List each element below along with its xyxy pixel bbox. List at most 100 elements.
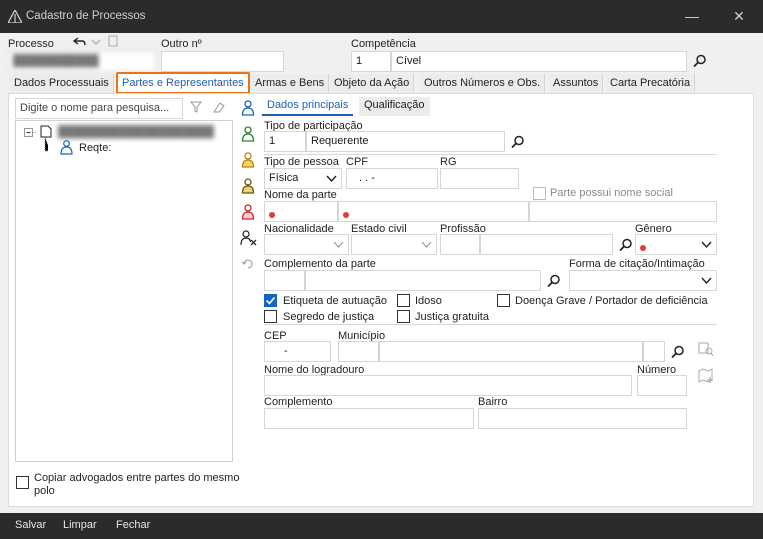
copiar-advogados-checkbox[interactable] xyxy=(16,476,29,489)
subtab-qualificacao[interactable]: Qualificação xyxy=(359,97,430,116)
etiqueta-autuacao-label: Etiqueta de autuação xyxy=(283,295,387,307)
copiar-advogados-label: Copiar advogados entre partes do mesmo p… xyxy=(34,472,240,497)
segredo-justica-label: Segredo de justiça xyxy=(283,311,375,323)
doenca-grave-label: Doença Grave / Portador de deficiência xyxy=(515,295,708,307)
search-icon[interactable] xyxy=(619,238,633,252)
salvar-button[interactable]: Salvar xyxy=(15,519,46,531)
profissao-code-field[interactable] xyxy=(440,234,480,255)
complemento-parte-label: Complemento da parte xyxy=(264,258,376,270)
tab-objeto-acao[interactable]: Objeto da Ação xyxy=(330,74,415,93)
rg-label: RG xyxy=(440,156,457,168)
limpar-button[interactable]: Limpar xyxy=(63,519,97,531)
tipo-participacao-code-field[interactable]: 1 xyxy=(264,131,306,152)
representante-icon[interactable] xyxy=(241,126,255,142)
nacionalidade-select[interactable] xyxy=(264,234,349,255)
idoso-checkbox[interactable] xyxy=(397,294,410,307)
minimize-button[interactable]: — xyxy=(680,6,704,26)
search-icon[interactable] xyxy=(547,274,561,288)
complemento-parte-field[interactable] xyxy=(305,270,541,291)
numero-field[interactable] xyxy=(637,375,687,396)
tab-outros-numeros[interactable]: Outros Números e Obs. xyxy=(420,74,546,93)
window-title: Cadastro de Processos xyxy=(26,10,146,22)
chevron-down-icon xyxy=(326,175,337,182)
processo-number-field[interactable]: ███████████ xyxy=(8,51,156,72)
etiqueta-autuacao-checkbox[interactable] xyxy=(264,294,277,307)
document-icon[interactable] xyxy=(108,35,118,47)
forma-citacao-select[interactable] xyxy=(569,270,717,291)
uf-field[interactable] xyxy=(643,341,665,362)
idoso-label: Idoso xyxy=(415,295,442,307)
close-button[interactable]: ✕ xyxy=(727,6,751,26)
divider xyxy=(264,324,717,325)
check-icon xyxy=(265,296,276,305)
procurador-icon[interactable] xyxy=(241,204,255,220)
search-icon[interactable] xyxy=(693,54,707,68)
cep-lookup-icon[interactable] xyxy=(698,342,714,357)
footer-bar: Salvar Limpar Fechar xyxy=(0,513,763,539)
cep-field[interactable]: - xyxy=(264,341,331,362)
tab-armas-bens[interactable]: Armas e Bens xyxy=(251,74,330,93)
parties-tree[interactable] xyxy=(15,120,233,462)
cpf-field[interactable]: . . - xyxy=(346,168,438,189)
competencia-code-field[interactable]: 1 xyxy=(351,51,391,72)
required-indicator xyxy=(640,245,646,251)
municipio-code-field[interactable] xyxy=(338,341,379,362)
segredo-justica-checkbox[interactable] xyxy=(264,310,277,323)
bairro-label: Bairro xyxy=(478,396,508,408)
tipo-pessoa-label: Tipo de pessoa xyxy=(264,156,339,168)
advogado-icon[interactable] xyxy=(241,178,255,194)
cpf-label: CPF xyxy=(346,156,368,168)
process-node-label[interactable]: ████████████████████ xyxy=(58,126,214,138)
competencia-field[interactable]: Cível xyxy=(391,51,687,72)
justica-gratuita-checkbox[interactable] xyxy=(397,310,410,323)
justica-gratuita-label: Justiça gratuita xyxy=(415,311,489,323)
municipio-field[interactable] xyxy=(379,341,643,362)
logradouro-field[interactable] xyxy=(264,375,632,396)
complemento-field[interactable] xyxy=(264,408,474,429)
filter-icon[interactable] xyxy=(190,101,202,113)
refresh-icon[interactable] xyxy=(241,257,255,271)
tipo-pessoa-select[interactable]: Física xyxy=(264,168,342,189)
search-icon[interactable] xyxy=(511,135,525,149)
rg-field[interactable] xyxy=(440,168,519,189)
tab-dados-processuais[interactable]: Dados Processuais xyxy=(10,74,114,93)
chevron-down-icon[interactable] xyxy=(91,38,101,46)
profissao-field[interactable] xyxy=(480,234,613,255)
chevron-down-icon xyxy=(421,241,432,248)
undo-icon[interactable] xyxy=(73,36,87,48)
nome-social-field[interactable] xyxy=(529,201,717,222)
fechar-button[interactable]: Fechar xyxy=(116,519,150,531)
add-address-icon[interactable] xyxy=(698,368,715,384)
remove-party-icon[interactable] xyxy=(240,230,257,246)
tipo-pessoa-value: Física xyxy=(269,172,299,184)
defensor-icon[interactable] xyxy=(241,152,255,168)
tree-item-reqte[interactable]: Reqte: xyxy=(79,142,111,154)
nome-social-label: Parte possui nome social xyxy=(550,187,673,199)
outro-numero-field[interactable] xyxy=(161,51,284,72)
competencia-label: Competência xyxy=(351,38,416,50)
tab-partes-representantes[interactable]: Partes e Representantes xyxy=(116,72,250,94)
processo-label: Processo xyxy=(8,38,54,50)
party-search-input[interactable]: Digite o nome para pesquisa... xyxy=(15,98,183,119)
estado-civil-select[interactable] xyxy=(351,234,437,255)
nome-parte-field[interactable] xyxy=(338,201,529,222)
tab-carta-precatoria[interactable]: Carta Precatória xyxy=(606,74,696,93)
complemento-parte-code-field[interactable] xyxy=(264,270,305,291)
eraser-icon[interactable] xyxy=(212,100,226,114)
subtab-dados-principais[interactable]: Dados principais xyxy=(262,97,354,116)
divider xyxy=(264,154,717,155)
required-indicator xyxy=(343,212,349,218)
person-icon xyxy=(60,140,73,155)
app-logo-icon xyxy=(8,10,22,23)
title-bar: Cadastro de Processos — ✕ xyxy=(0,0,763,33)
add-party-icon[interactable] xyxy=(241,100,255,116)
nome-prefix-field[interactable] xyxy=(264,201,338,222)
search-icon[interactable] xyxy=(671,345,685,359)
nome-social-checkbox[interactable] xyxy=(533,187,546,200)
document-icon xyxy=(40,125,52,138)
genero-select[interactable] xyxy=(635,234,717,255)
tab-assuntos[interactable]: Assuntos xyxy=(549,74,604,93)
tipo-participacao-field[interactable]: Requerente xyxy=(306,131,505,152)
bairro-field[interactable] xyxy=(478,408,687,429)
doenca-grave-checkbox[interactable] xyxy=(497,294,510,307)
